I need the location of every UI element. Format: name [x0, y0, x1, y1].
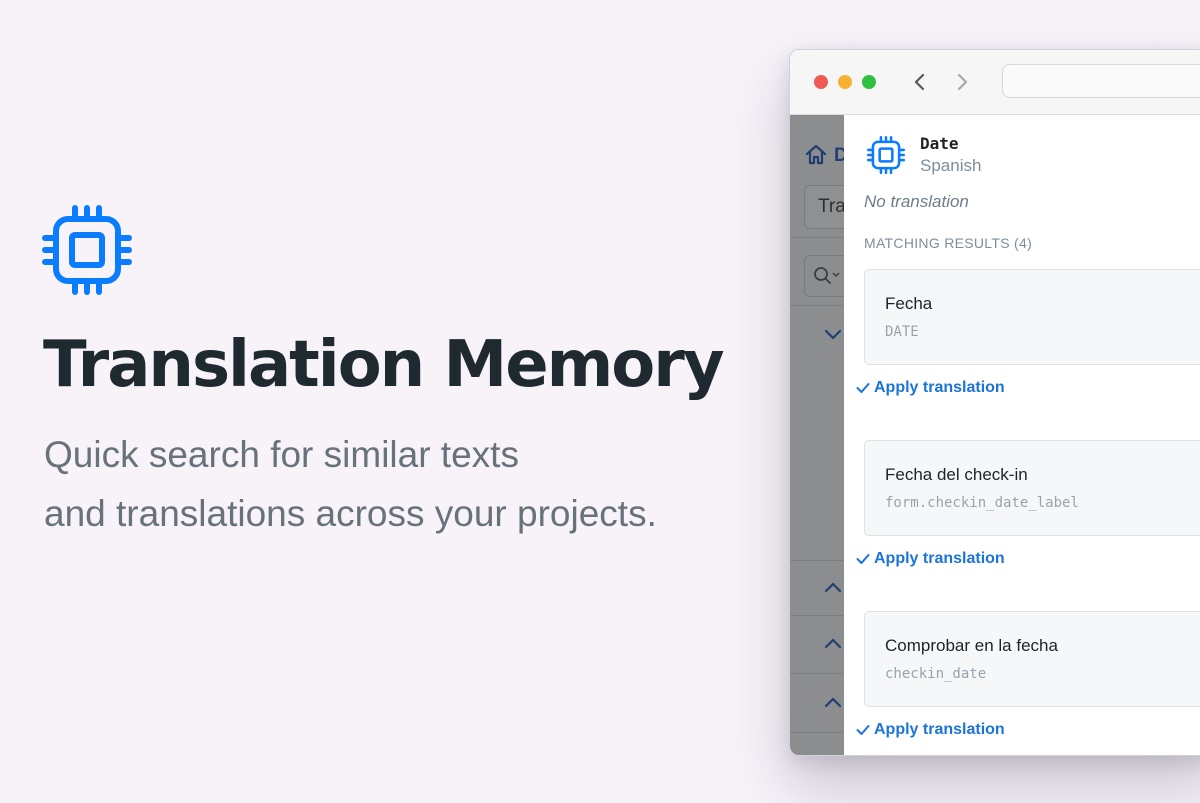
chevron-up-icon[interactable]: [824, 637, 842, 649]
checkmark-icon: [856, 725, 870, 735]
browser-window: D Tra: [789, 49, 1200, 756]
result-text: Comprobar en la fecha: [885, 636, 1058, 655]
apply-translation-button[interactable]: Apply translation: [856, 550, 1005, 568]
language-select[interactable]: Tra: [804, 185, 844, 229]
chevron-down-icon[interactable]: [824, 328, 842, 340]
breadcrumb[interactable]: D: [834, 145, 844, 167]
browser-titlebar: [790, 50, 1200, 115]
target-language: Spanish: [920, 156, 982, 175]
checkmark-icon: [856, 554, 870, 564]
divider: [790, 305, 844, 306]
minimize-window-button[interactable]: [838, 75, 852, 89]
back-arrow-icon[interactable]: [908, 68, 932, 96]
result-text: Fecha del check-in: [885, 465, 1028, 484]
maximize-window-button[interactable]: [862, 75, 876, 89]
result-card[interactable]: Fecha DATE: [864, 269, 1200, 365]
divider: [790, 560, 844, 561]
result-key: checkin_date: [885, 666, 987, 682]
home-icon[interactable]: [804, 143, 828, 167]
hero-subtitle: Quick search for similar texts and trans…: [44, 425, 744, 543]
chevron-up-icon[interactable]: [824, 696, 842, 708]
hero-subtitle-line: Quick search for similar texts: [44, 434, 519, 475]
translation-memory-panel: Date Spanish No translation MATCHING RES…: [844, 115, 1200, 755]
hero-subtitle-line: and translations across your projects.: [44, 493, 657, 534]
result-key: form.checkin_date_label: [885, 495, 1079, 511]
result-card[interactable]: Comprobar en la fecha checkin_date: [864, 611, 1200, 707]
matching-results-heading: MATCHING RESULTS (4): [864, 235, 1033, 251]
hero-title: Translation Memory: [43, 328, 725, 402]
checkmark-icon: [856, 383, 870, 393]
forward-arrow-icon[interactable]: [950, 68, 974, 96]
chevron-up-icon[interactable]: [824, 754, 842, 755]
apply-translation-label: Apply translation: [874, 550, 1005, 567]
apply-translation-label: Apply translation: [874, 721, 1005, 738]
divider: [790, 615, 844, 616]
divider: [790, 673, 844, 674]
apply-translation-button[interactable]: Apply translation: [856, 379, 1005, 397]
background-app-overlay: D Tra: [790, 115, 844, 755]
result-text: Fecha: [885, 294, 933, 313]
empty-translation-text: No translation: [864, 192, 969, 211]
chip-icon: [42, 205, 132, 295]
result-key: DATE: [885, 324, 919, 340]
apply-translation-button[interactable]: Apply translation: [856, 721, 1005, 739]
close-window-button[interactable]: [814, 75, 828, 89]
divider: [790, 732, 844, 733]
divider: [790, 237, 844, 238]
apply-translation-label: Apply translation: [874, 379, 1005, 396]
search-input[interactable]: [804, 255, 844, 297]
result-card[interactable]: Fecha del check-in form.checkin_date_lab…: [864, 440, 1200, 536]
address-bar[interactable]: [1002, 64, 1200, 98]
search-icon: [814, 267, 840, 284]
chevron-up-icon[interactable]: [824, 581, 842, 593]
translation-key: Date: [920, 134, 959, 153]
chip-icon: [867, 136, 905, 174]
